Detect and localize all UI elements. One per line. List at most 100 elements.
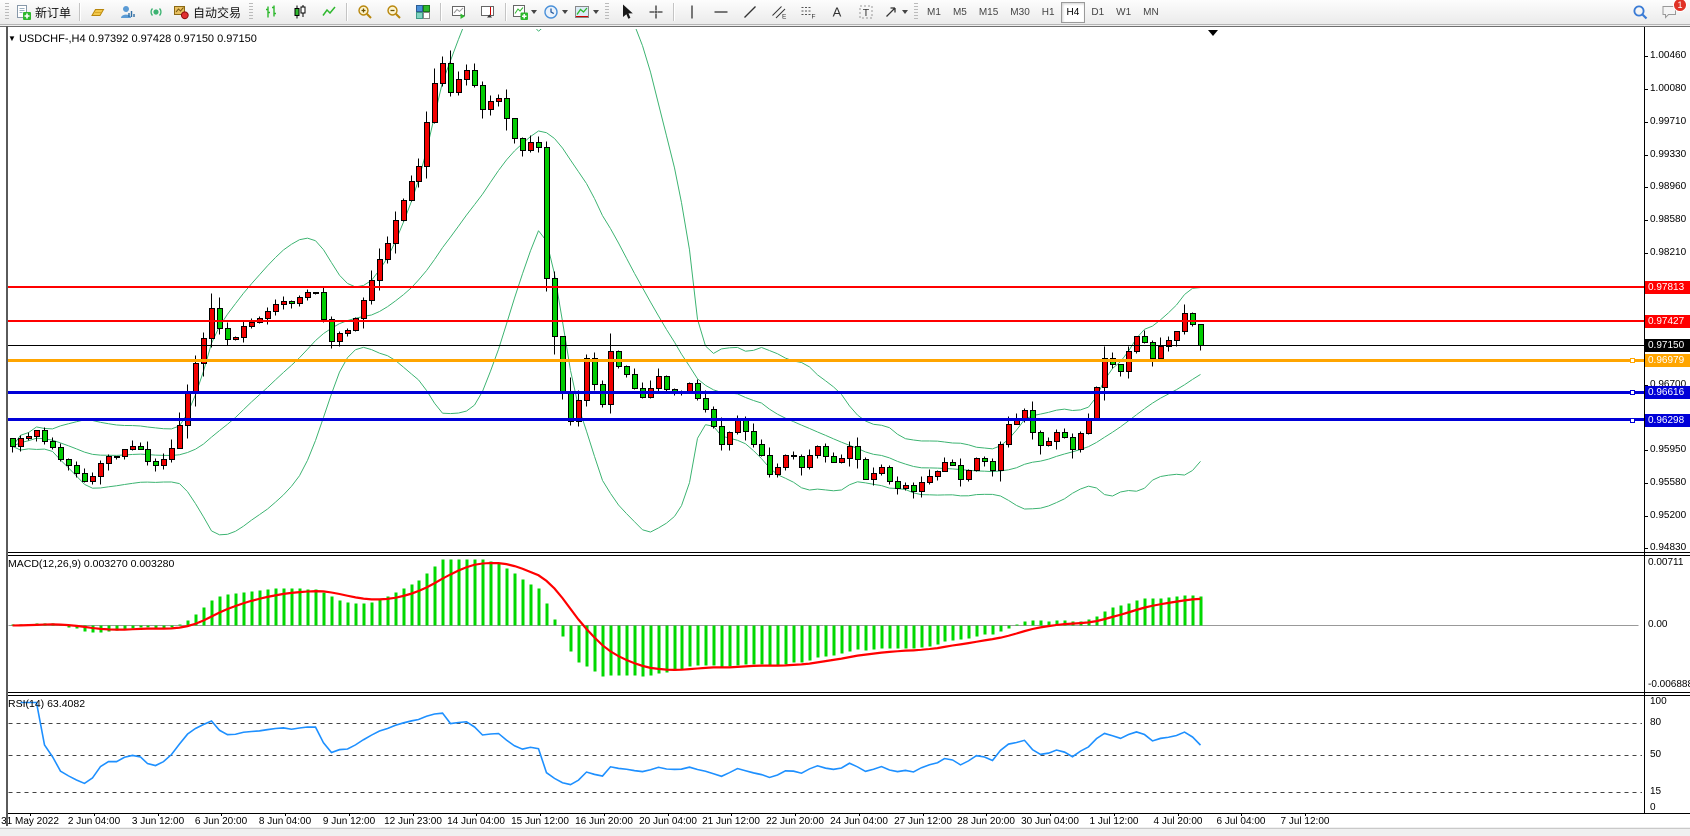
bar-chart-type-button[interactable] — [256, 1, 285, 24]
time-tick-label: 24 Jun 04:00 — [830, 816, 888, 827]
line-chart-type-button[interactable] — [314, 1, 343, 24]
price-level-badge: 0.97813 — [1645, 281, 1690, 294]
rsi-tick-label: 80 — [1650, 717, 1661, 728]
arrows-tool-button[interactable] — [880, 1, 911, 24]
broadcast-button[interactable] — [141, 1, 170, 24]
toolbar-grip[interactable] — [914, 3, 918, 21]
rsi-tick-label: 15 — [1650, 786, 1661, 797]
price-tick-label: 1.00460 — [1650, 50, 1686, 61]
tile-windows-icon — [415, 4, 431, 20]
horizontal-level-line[interactable] — [8, 286, 1644, 288]
auto-scroll-button[interactable] — [444, 1, 473, 24]
current-price-line[interactable] — [8, 345, 1644, 346]
line-selection-handle[interactable] — [1630, 418, 1635, 423]
chart-shift-button[interactable] — [473, 1, 502, 24]
notification-count-badge: 1 — [1673, 0, 1687, 12]
panel-separator[interactable] — [8, 695, 1690, 696]
trendline-icon — [742, 4, 758, 20]
chevron-down-icon — [902, 10, 908, 14]
time-tick-label: 30 Jun 04:00 — [1021, 816, 1079, 827]
timeframe-w1[interactable]: W1 — [1110, 2, 1137, 23]
macd-canvas[interactable] — [8, 556, 1642, 691]
svg-text:A: A — [832, 5, 841, 20]
ohlc-bars-icon — [263, 4, 279, 20]
horizontal-level-line[interactable] — [8, 320, 1644, 322]
candlestick-icon — [292, 4, 308, 20]
crosshair-icon — [648, 4, 664, 20]
horizontal-level-line[interactable] — [8, 418, 1644, 421]
line-selection-handle[interactable] — [1630, 358, 1635, 363]
macd-tick-label: -0.006888 — [1648, 679, 1690, 690]
price-tick-label: 0.95200 — [1650, 510, 1686, 521]
zoom-out-icon — [386, 4, 402, 20]
template-button[interactable] — [571, 1, 602, 24]
time-tick-label: 20 Jun 04:00 — [639, 816, 697, 827]
time-tick-label: 22 Jun 20:00 — [766, 816, 824, 827]
text-label-tool-button[interactable]: T — [851, 1, 880, 24]
panel-separator[interactable] — [8, 555, 1690, 556]
price-tick-label: 1.00080 — [1650, 83, 1686, 94]
rsi-tick-label: 0 — [1650, 802, 1656, 813]
cursor-icon — [619, 4, 635, 20]
account-button[interactable] — [112, 1, 141, 24]
timeframe-d1[interactable]: D1 — [1085, 2, 1110, 23]
candlestick-type-button[interactable] — [285, 1, 314, 24]
zoom-in-button[interactable] — [350, 1, 379, 24]
collapse-triangle-icon[interactable]: ▼ — [8, 34, 16, 43]
timeframe-m5[interactable]: M5 — [947, 2, 973, 23]
toolbar-grip[interactable] — [605, 3, 609, 21]
panel-separator[interactable] — [8, 552, 1690, 553]
time-tick-label: 6 Jun 20:00 — [195, 816, 247, 827]
panel-separator[interactable] — [8, 692, 1690, 693]
price-level-badge: 0.96616 — [1645, 386, 1690, 399]
panel-separator[interactable] — [8, 813, 1690, 814]
fibonacci-tool-button[interactable]: F — [793, 1, 822, 24]
price-tick-label: 0.98580 — [1650, 214, 1686, 225]
time-tick-label: 14 Jun 04:00 — [447, 816, 505, 827]
chart-shift-icon — [480, 4, 496, 20]
search-button[interactable] — [1626, 1, 1655, 24]
price-tick-label: 0.98210 — [1650, 247, 1686, 258]
gold-ingot-icon — [90, 4, 106, 20]
toolbar-grip[interactable] — [249, 3, 253, 21]
search-icon — [1632, 4, 1649, 21]
broadcast-icon — [148, 4, 164, 20]
timeframe-m30[interactable]: M30 — [1004, 2, 1035, 23]
tile-windows-button[interactable] — [408, 1, 437, 24]
horizontal-line-tool-button[interactable] — [706, 1, 735, 24]
clock-icon — [543, 4, 559, 20]
chart-shift-marker[interactable] — [1208, 30, 1218, 36]
cursor-tool-button[interactable] — [612, 1, 641, 24]
text-tool-button[interactable]: A — [822, 1, 851, 24]
horizontal-level-line[interactable] — [8, 391, 1644, 394]
trendline-tool-button[interactable] — [735, 1, 764, 24]
gold-button[interactable] — [83, 1, 112, 24]
timeframe-mn[interactable]: MN — [1137, 2, 1165, 23]
periods-button[interactable] — [540, 1, 571, 24]
auto-trading-button[interactable]: 自动交易 — [170, 1, 246, 24]
timeframe-m1[interactable]: M1 — [921, 2, 947, 23]
channel-tool-button[interactable]: E — [764, 1, 793, 24]
timeframe-m15[interactable]: M15 — [973, 2, 1004, 23]
line-selection-handle[interactable] — [1630, 390, 1635, 395]
zoom-in-icon — [357, 4, 373, 20]
zoom-out-button[interactable] — [379, 1, 408, 24]
price-tick-label: 0.95950 — [1650, 444, 1686, 455]
toolbar-grip[interactable] — [5, 3, 9, 21]
auto-trading-label: 自动交易 — [191, 4, 243, 21]
timeframe-h4[interactable]: H4 — [1061, 2, 1086, 23]
main-chart-canvas[interactable] — [8, 29, 1642, 553]
horizontal-level-line[interactable] — [8, 359, 1644, 362]
time-tick-label: 16 Jun 20:00 — [575, 816, 633, 827]
time-tick-label: 15 Jun 12:00 — [511, 816, 569, 827]
new-order-button[interactable]: 新订单 — [12, 1, 76, 24]
timeframe-h1[interactable]: H1 — [1036, 2, 1061, 23]
rsi-canvas[interactable] — [8, 696, 1642, 811]
vertical-line-tool-button[interactable] — [677, 1, 706, 24]
symbol-ohlc-label: ▼ USDCHF-,H4 0.97392 0.97428 0.97150 0.9… — [8, 33, 257, 45]
time-tick-label: 21 Jun 12:00 — [702, 816, 760, 827]
user-chart-icon — [119, 4, 135, 20]
crosshair-tool-button[interactable] — [641, 1, 670, 24]
add-indicator-button[interactable] — [509, 1, 540, 24]
notifications-button[interactable]: 1 — [1655, 1, 1684, 24]
